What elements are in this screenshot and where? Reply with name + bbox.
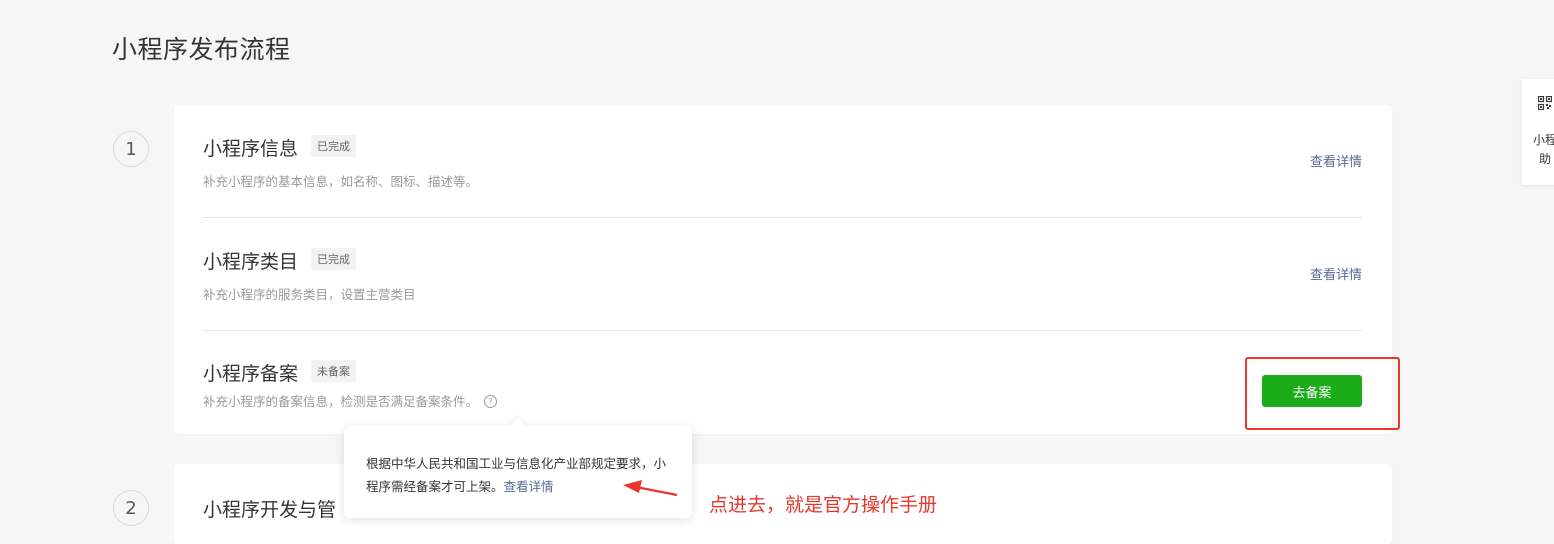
row-desc-text: 补充小程序的备案信息，检测是否满足备案条件。 — [203, 394, 479, 409]
assistant-widget-label: 小程 助 — [1530, 131, 1554, 169]
row-mini-program-info: 小程序信息 已完成 补充小程序的基本信息，如名称、图标、描述等。 查看详情 — [203, 105, 1362, 217]
assistant-widget-line1: 小程 — [1532, 133, 1554, 147]
row-title: 小程序备案 — [203, 363, 299, 385]
row-mini-program-category: 小程序类目 已完成 补充小程序的服务类目，设置主营类目 查看详情 — [203, 218, 1362, 330]
view-details-link[interactable]: 查看详情 — [1310, 151, 1362, 170]
view-details-link[interactable]: 查看详情 — [1310, 264, 1362, 283]
row-desc: 补充小程序的备案信息，检测是否满足备案条件。? — [203, 391, 498, 410]
step-1-card: 小程序信息 已完成 补充小程序的基本信息，如名称、图标、描述等。 查看详情 小程… — [174, 105, 1392, 434]
row-desc: 补充小程序的基本信息，如名称、图标、描述等。 — [203, 174, 479, 189]
row-title: 小程序类目 — [203, 251, 299, 273]
annotation-arrow-icon — [623, 480, 678, 497]
assistant-widget[interactable]: 小程 助 — [1522, 79, 1554, 185]
row-title: 小程序开发与管 — [203, 499, 337, 521]
row-desc: 补充小程序的服务类目，设置主营类目 — [203, 287, 416, 302]
step-number-1: 1 — [113, 131, 149, 167]
go-filing-button[interactable]: 去备案 — [1262, 375, 1362, 407]
assistant-widget-line2: 助 — [1538, 152, 1551, 166]
help-icon[interactable]: ? — [484, 395, 498, 408]
status-badge: 已完成 — [311, 248, 356, 270]
annotation-note: 点进去，就是官方操作手册 — [709, 494, 938, 516]
tooltip-view-details-link[interactable]: 查看详情 — [504, 479, 554, 494]
row-title: 小程序信息 — [203, 138, 299, 160]
qr-code-icon — [1538, 96, 1552, 110]
filing-tooltip: 根据中华人民共和国工业与信息化产业部规定要求，小程序需经备案才可上架。查看详情 — [344, 417, 692, 518]
status-badge: 未备案 — [311, 360, 356, 382]
page-title: 小程序发布流程 — [112, 35, 291, 64]
row-mini-program-filing: 小程序备案 未备案 补充小程序的备案信息，检测是否满足备案条件。? — [203, 331, 1362, 434]
status-badge: 已完成 — [311, 135, 356, 157]
step-number-2: 2 — [113, 490, 149, 526]
